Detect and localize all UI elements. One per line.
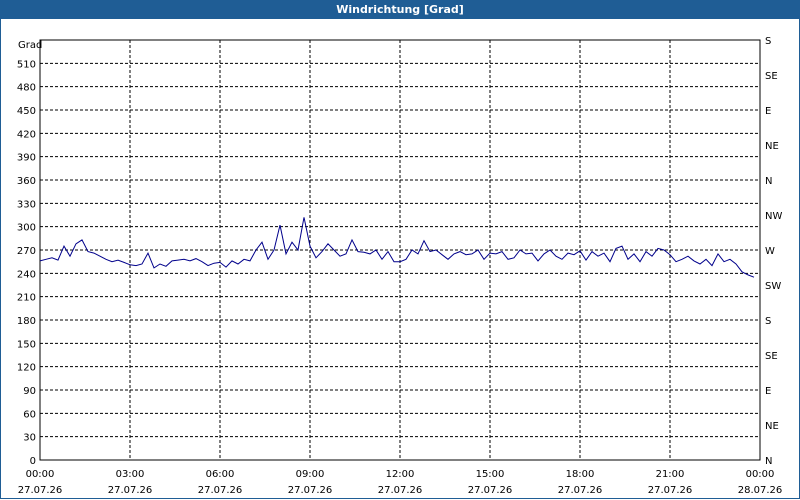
y-tick-label: 30 — [23, 433, 36, 444]
y-tick-label: 180 — [17, 316, 36, 327]
y-tick-label: 240 — [17, 269, 36, 280]
right-tick-label: SW — [765, 281, 781, 292]
y-tick-label: 480 — [17, 83, 36, 94]
y-tick-label: 330 — [17, 199, 36, 210]
x-tick-date-label: 27.07.26 — [378, 485, 423, 496]
y-tick-label: 450 — [17, 106, 36, 117]
x-tick-time-label: 00:00 — [746, 469, 775, 480]
y-tick-label: 210 — [17, 293, 36, 304]
wind-direction-chart: Grad 0 30 60 90 120 150 180 210 240 270 300 330 360 3… — [17, 36, 783, 496]
right-tick-label: S — [765, 36, 771, 47]
right-tick-label: W — [765, 246, 775, 257]
x-tick-date-label: 27.07.26 — [558, 485, 603, 496]
y-tick-label: 300 — [17, 223, 36, 234]
right-tick-label: S — [765, 316, 771, 327]
x-tick-date-label: 27.07.26 — [198, 485, 243, 496]
x-tick-date-label: 27.07.26 — [468, 485, 513, 496]
right-tick-label: N — [765, 176, 772, 187]
x-tick-time-label: 09:00 — [296, 469, 325, 480]
y-axis-label: Grad — [18, 40, 42, 51]
y-tick-label: 0 — [30, 456, 36, 467]
x-tick-time-label: 03:00 — [116, 469, 145, 480]
right-tick-label: NW — [765, 211, 782, 222]
x-tick-date-label: 27.07.26 — [108, 485, 153, 496]
y-tick-label: 420 — [17, 129, 36, 140]
x-tick-time-label: 21:00 — [656, 469, 685, 480]
x-tick-time-label: 06:00 — [206, 469, 235, 480]
x-tick-date-label: 27.07.26 — [648, 485, 693, 496]
y-tick-label: 90 — [23, 386, 36, 397]
right-tick-label: E — [765, 106, 771, 117]
y-tick-label: 270 — [17, 246, 36, 257]
x-tick-date-label: 27.07.26 — [288, 485, 333, 496]
x-tick-time-label: 18:00 — [566, 469, 595, 480]
y-tick-label: 360 — [17, 176, 36, 187]
right-tick-labels: N NE E SE S SW W NW N NE E SE S — [765, 36, 782, 467]
y-tick-label: 120 — [17, 363, 36, 374]
right-tick-label: NE — [765, 421, 779, 432]
x-tick-time-label: 15:00 — [476, 469, 505, 480]
right-tick-label: NE — [765, 141, 779, 152]
x-tick-date-label: 28.07.26 — [738, 485, 783, 496]
x-tick-time-label: 12:00 — [386, 469, 415, 480]
right-tick-label: SE — [765, 351, 778, 362]
right-tick-label: N — [765, 456, 772, 467]
x-tick-date-label: 27.07.26 — [18, 485, 63, 496]
y-tick-label: 150 — [17, 339, 36, 350]
right-tick-label: SE — [765, 71, 778, 82]
y-tick-label: 510 — [17, 59, 36, 70]
y-tick-label: 390 — [17, 153, 36, 164]
right-tick-label: E — [765, 386, 771, 397]
x-tick-labels: 00:00 27.07.26 03:00 27.07.26 06:00 27.07.26 0… — [18, 469, 783, 496]
y-tick-label: 60 — [23, 409, 36, 420]
grid-lines — [40, 40, 760, 460]
x-tick-time-label: 00:00 — [26, 469, 55, 480]
y-tick-labels: 0 30 60 90 120 150 180 210 240 270 300 330 360 390 420… — [17, 59, 36, 467]
